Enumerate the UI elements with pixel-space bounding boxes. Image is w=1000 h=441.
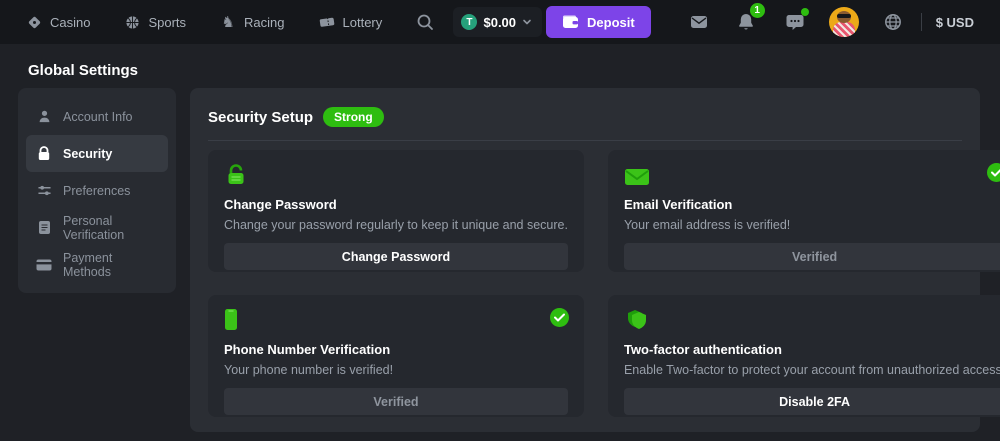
- email-verified-button[interactable]: Verified: [624, 243, 1000, 270]
- wallet-icon: [562, 15, 579, 29]
- avatar-sunglasses: [837, 14, 851, 18]
- search-icon[interactable]: [415, 12, 435, 32]
- sliders-icon: [36, 183, 52, 199]
- tether-coin-icon: T: [461, 14, 477, 30]
- nav-item-label: Casino: [50, 15, 90, 30]
- card-description: Your email address is verified!: [624, 218, 1000, 232]
- sidebar-item-account-info[interactable]: Account Info: [26, 98, 168, 135]
- card-title: Change Password: [224, 197, 568, 212]
- ticket-icon: [319, 14, 335, 30]
- sidebar-item-security[interactable]: Security: [26, 135, 168, 172]
- chat-status-dot: [801, 8, 809, 16]
- horse-icon: ♞: [220, 14, 236, 30]
- nav-item-lottery[interactable]: Lottery: [319, 14, 383, 30]
- card-title: Email Verification: [624, 197, 1000, 212]
- sidebar-item-label: Account Info: [63, 110, 133, 124]
- card-description: Enable Two-factor to protect your accoun…: [624, 363, 1000, 377]
- strength-badge: Strong: [323, 107, 384, 127]
- sidebar-item-label: Security: [63, 147, 112, 161]
- user-avatar[interactable]: [829, 7, 859, 37]
- nav-item-casino[interactable]: Casino: [26, 14, 90, 30]
- wallet-group: T $0.00 Deposit: [453, 6, 650, 38]
- disable-2fa-button[interactable]: Disable 2FA: [624, 388, 1000, 415]
- deposit-label: Deposit: [587, 15, 635, 30]
- globe-icon[interactable]: [883, 12, 903, 32]
- bell-icon[interactable]: 1: [737, 12, 757, 32]
- change-password-button[interactable]: Change Password: [224, 243, 568, 270]
- phone-verification-card: Phone Number Verification Your phone num…: [208, 295, 584, 417]
- settings-sidebar: Account Info Security Preferences Person…: [18, 88, 176, 293]
- card-title: Two-factor authentication: [624, 342, 1000, 357]
- nav-right-group: T $0.00 Deposit 1: [415, 6, 974, 38]
- envelope-icon: [624, 164, 1000, 186]
- nav-item-racing[interactable]: ♞ Racing: [220, 14, 284, 30]
- nav-divider: [921, 13, 922, 31]
- shield-icon: [624, 309, 1000, 331]
- sidebar-item-personal-verification[interactable]: Personal Verification: [26, 209, 168, 246]
- credit-card-icon: [36, 257, 52, 273]
- nav-menu: Casino Sports ♞ Racing Lottery: [26, 14, 382, 30]
- nav-item-label: Racing: [244, 15, 284, 30]
- notification-badge: 1: [750, 3, 765, 18]
- padlock-icon: [224, 164, 568, 186]
- panel-header: Security Setup Strong: [208, 105, 962, 141]
- chevron-down-icon: [522, 17, 532, 27]
- sidebar-item-label: Personal Verification: [63, 214, 158, 242]
- page-title: Global Settings: [28, 62, 138, 79]
- nav-item-label: Lottery: [343, 15, 383, 30]
- balance-amount: $0.00: [483, 15, 516, 30]
- two-factor-card: Two-factor authentication Enable Two-fac…: [608, 295, 1000, 417]
- casino-icon: [26, 14, 42, 30]
- currency-selector[interactable]: $ USD: [936, 15, 974, 30]
- deposit-button[interactable]: Deposit: [546, 6, 651, 38]
- verified-check-icon: [987, 163, 1000, 182]
- security-setup-panel: Security Setup Strong Change Password Ch…: [190, 88, 980, 432]
- card-description: Your phone number is verified!: [224, 363, 568, 377]
- sidebar-item-preferences[interactable]: Preferences: [26, 172, 168, 209]
- balance-selector[interactable]: T $0.00: [453, 7, 542, 37]
- mail-icon[interactable]: [689, 12, 709, 32]
- change-password-card: Change Password Change your password reg…: [208, 150, 584, 272]
- basketball-icon: [124, 14, 140, 30]
- sidebar-item-payment-methods[interactable]: Payment Methods: [26, 246, 168, 283]
- verified-check-icon: [550, 308, 569, 327]
- lock-icon: [36, 146, 52, 162]
- phone-icon: [224, 309, 568, 331]
- phone-verified-button[interactable]: Verified: [224, 388, 568, 415]
- security-cards-grid: Change Password Change your password reg…: [208, 150, 962, 417]
- sidebar-item-label: Payment Methods: [63, 251, 158, 279]
- person-icon: [36, 109, 52, 125]
- avatar-shirt: [833, 22, 855, 37]
- top-nav-bar: Casino Sports ♞ Racing Lottery T $0.00: [0, 0, 1000, 44]
- sidebar-item-label: Preferences: [63, 184, 130, 198]
- document-icon: [36, 220, 52, 236]
- panel-title: Security Setup: [208, 109, 313, 126]
- card-description: Change your password regularly to keep i…: [224, 218, 568, 232]
- email-verification-card: Email Verification Your email address is…: [608, 150, 1000, 272]
- chat-icon[interactable]: [785, 12, 805, 32]
- nav-item-label: Sports: [148, 15, 186, 30]
- nav-item-sports[interactable]: Sports: [124, 14, 186, 30]
- card-title: Phone Number Verification: [224, 342, 568, 357]
